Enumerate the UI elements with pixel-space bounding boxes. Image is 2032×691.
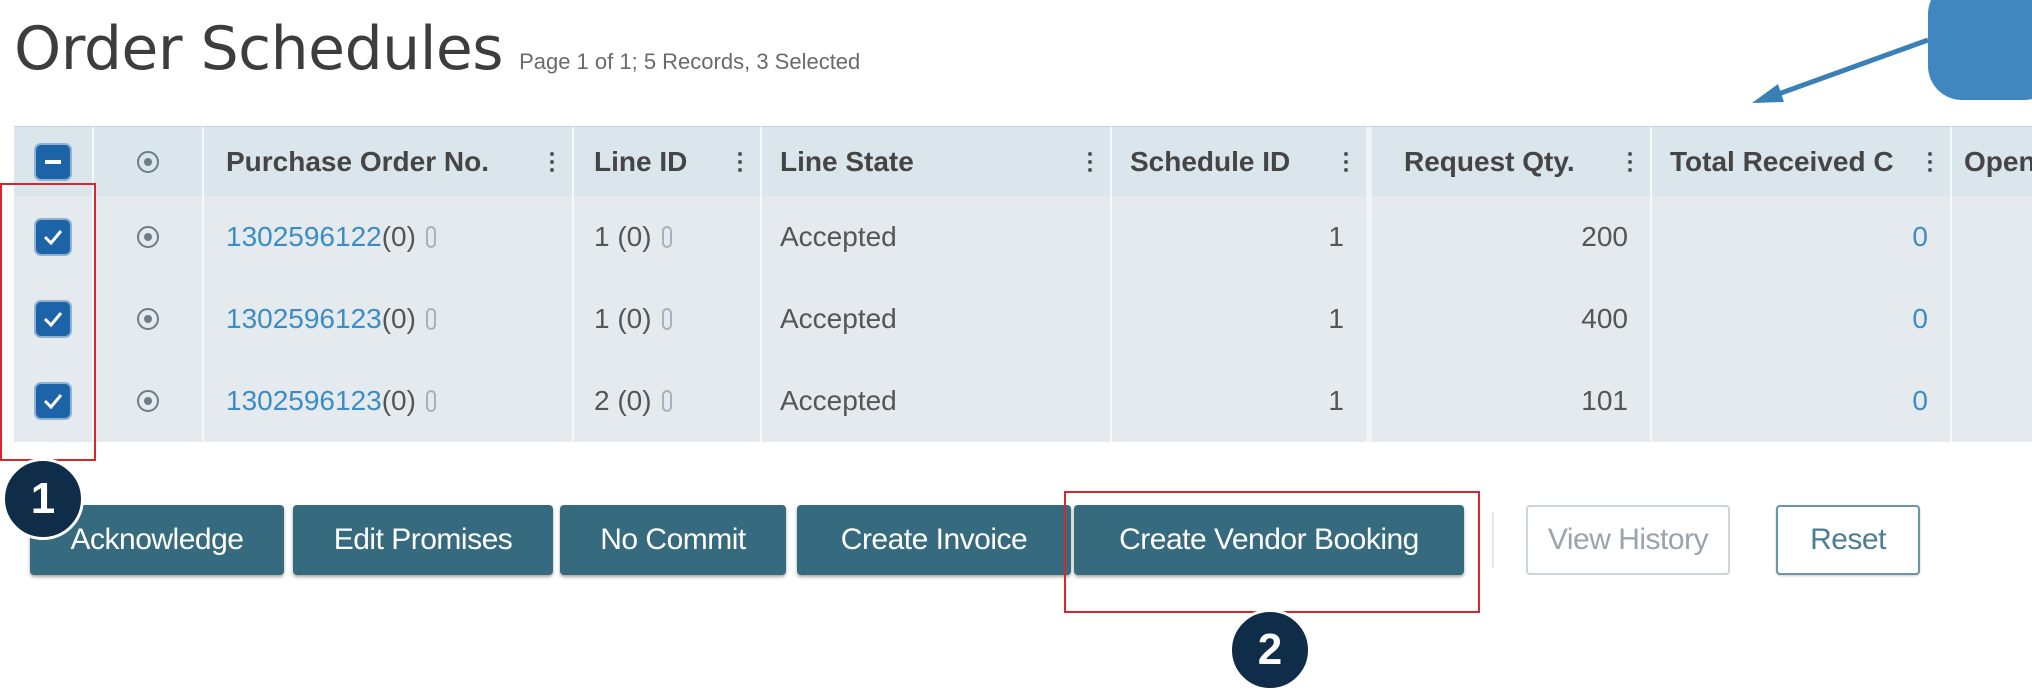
total-received-cell: 0 [1652, 196, 1952, 278]
line-id-cell: 1 (0) [574, 196, 762, 278]
column-header-label: Line ID [594, 146, 688, 177]
total-received-link[interactable]: 0 [1912, 385, 1928, 417]
attachment-icon[interactable] [425, 308, 436, 330]
column-header-label: Schedule ID [1130, 146, 1291, 177]
po-revision: (0) [381, 303, 416, 334]
attachment-icon[interactable] [425, 226, 436, 248]
checkbox-highlight-box [0, 183, 96, 461]
column-header-po[interactable]: Purchase Order No. [204, 127, 574, 197]
table-row[interactable]: 1302596122 (0) 1 (0) Accepted 1 200 0 [14, 196, 2032, 279]
attachment-icon[interactable] [661, 226, 672, 248]
po-revision: (0) [381, 221, 416, 252]
line-id-value: 1 (0) [594, 221, 652, 252]
reset-button[interactable]: Reset [1776, 505, 1920, 575]
column-menu-icon[interactable] [1928, 152, 1932, 172]
column-menu-icon[interactable] [1628, 152, 1632, 172]
open-cell [1952, 196, 2032, 278]
request-qty-value: 101 [1581, 385, 1628, 416]
step-1-badge: 1 [2, 458, 84, 540]
open-cell [1952, 360, 2032, 442]
column-menu-icon[interactable] [550, 152, 554, 172]
row-expand-cell [94, 278, 204, 360]
attachment-icon[interactable] [661, 308, 672, 330]
column-header-line-id[interactable]: Line ID [574, 127, 762, 197]
column-header-label: Purchase Order No. [226, 146, 489, 177]
line-state-cell: Accepted [762, 360, 1112, 442]
line-state-cell: Accepted [762, 278, 1112, 360]
request-qty-cell: 400 [1372, 278, 1652, 360]
column-header-schedule-id[interactable]: Schedule ID [1112, 127, 1372, 197]
table-row[interactable]: 1302596123 (0) 2 (0) Accepted 1 101 0 [14, 360, 2032, 443]
table-row[interactable]: 1302596123 (0) 1 (0) Accepted 1 400 0 [14, 278, 2032, 361]
po-link[interactable]: 1302596122 [226, 221, 382, 253]
request-qty-cell: 200 [1372, 196, 1652, 278]
request-qty-cell: 101 [1372, 360, 1652, 442]
column-menu-icon[interactable] [1088, 152, 1092, 172]
expand-all-cell [94, 127, 204, 197]
callout-arrow-icon [1752, 37, 1929, 103]
request-qty-value: 400 [1581, 303, 1628, 334]
grid-header: Purchase Order No. Line ID Line State Sc… [14, 126, 2032, 199]
line-id-value: 2 (0) [594, 385, 652, 416]
line-id-value: 1 (0) [594, 303, 652, 334]
no-commit-button[interactable]: No Commit [560, 505, 786, 575]
column-header-label: Request Qty. [1404, 146, 1575, 177]
vendor-booking-highlight-box [1064, 491, 1480, 613]
column-header-total-received[interactable]: Total Received C [1652, 127, 1952, 197]
line-id-cell: 1 (0) [574, 278, 762, 360]
expand-icon[interactable] [137, 226, 159, 248]
schedule-id-value: 1 [1328, 303, 1344, 334]
po-link[interactable]: 1302596123 [226, 303, 382, 335]
expand-icon[interactable] [137, 390, 159, 412]
total-received-cell: 0 [1652, 278, 1952, 360]
schedule-id-cell: 1 [1112, 196, 1372, 278]
column-header-label: Open [1964, 146, 2032, 177]
po-cell: 1302596123 (0) [204, 360, 574, 442]
total-received-link[interactable]: 0 [1912, 303, 1928, 335]
select-all-checkbox[interactable] [36, 145, 70, 179]
view-history-button[interactable]: View History [1526, 505, 1730, 575]
column-menu-icon[interactable] [1344, 152, 1348, 172]
attachment-icon[interactable] [425, 390, 436, 412]
column-menu-icon[interactable] [738, 152, 742, 172]
step-2-badge: 2 [1229, 609, 1311, 691]
expand-icon[interactable] [137, 308, 159, 330]
edit-promises-button[interactable]: Edit Promises [293, 505, 553, 575]
column-header-line-state[interactable]: Line State [762, 127, 1112, 197]
po-cell: 1302596122 (0) [204, 196, 574, 278]
expand-all-icon[interactable] [137, 151, 159, 173]
row-expand-cell [94, 196, 204, 278]
po-link[interactable]: 1302596123 [226, 385, 382, 417]
line-state-value: Accepted [780, 303, 897, 334]
attachment-icon[interactable] [661, 390, 672, 412]
button-divider [1492, 512, 1494, 568]
order-schedules-grid: Purchase Order No. Line ID Line State Sc… [14, 126, 2032, 456]
line-id-cell: 2 (0) [574, 360, 762, 442]
line-state-value: Accepted [780, 385, 897, 416]
total-received-link[interactable]: 0 [1912, 221, 1928, 253]
schedule-id-cell: 1 [1112, 278, 1372, 360]
column-header-label: Line State [780, 146, 914, 177]
total-received-cell: 0 [1652, 360, 1952, 442]
line-state-cell: Accepted [762, 196, 1112, 278]
create-invoice-button[interactable]: Create Invoice [797, 505, 1071, 575]
line-state-value: Accepted [780, 221, 897, 252]
column-header-open[interactable]: Open [1952, 127, 2032, 197]
column-header-request-qty[interactable]: Request Qty. [1372, 127, 1652, 197]
open-cell [1952, 278, 2032, 360]
schedule-id-value: 1 [1328, 221, 1344, 252]
row-expand-cell [94, 360, 204, 442]
schedule-id-value: 1 [1328, 385, 1344, 416]
column-header-label: Total Received C [1670, 146, 1894, 177]
po-revision: (0) [381, 385, 416, 416]
request-qty-value: 200 [1581, 221, 1628, 252]
schedule-id-cell: 1 [1112, 360, 1372, 442]
po-cell: 1302596123 (0) [204, 278, 574, 360]
